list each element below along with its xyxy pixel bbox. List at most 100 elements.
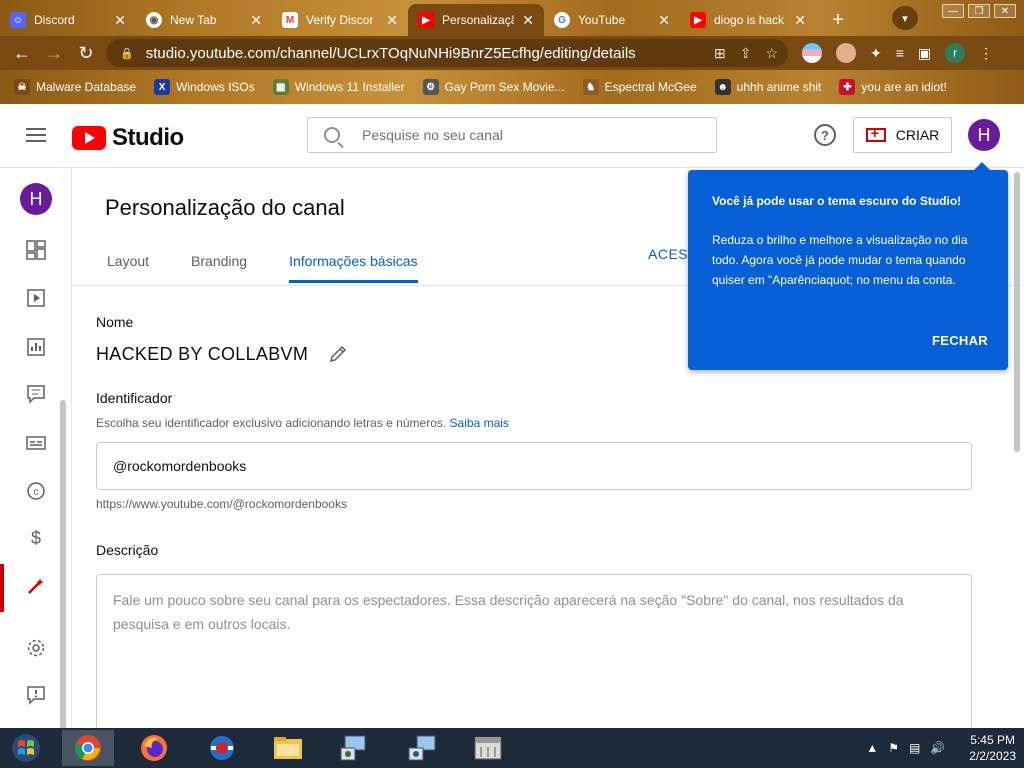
content-icon[interactable] bbox=[24, 286, 48, 310]
omnibox-actions: ⊞ ⇪ ☆ bbox=[714, 45, 778, 62]
store-taskbar-button[interactable] bbox=[462, 730, 514, 766]
new-tab-button[interactable]: + bbox=[824, 6, 852, 34]
maximize-button[interactable]: ❐ bbox=[968, 4, 990, 18]
browser-tab[interactable]: G YouTube ✕ bbox=[544, 4, 680, 36]
customization-icon[interactable] bbox=[24, 574, 48, 598]
close-tab-icon[interactable]: ✕ bbox=[386, 12, 398, 29]
bookmark-label: Windows 11 Installer bbox=[294, 80, 405, 94]
tray-expand-icon[interactable]: ▲ bbox=[866, 741, 878, 755]
monetization-icon[interactable]: $ bbox=[24, 526, 48, 550]
bookmark-item[interactable]: ⚙ Gay Porn Sex Movie... bbox=[422, 79, 565, 95]
browser-tab-active[interactable]: ▶ Personalizaçã ✕ bbox=[408, 4, 544, 36]
analytics-icon[interactable] bbox=[24, 335, 48, 359]
hamburger-menu-icon[interactable] bbox=[26, 128, 46, 142]
control-panel-taskbar-button[interactable] bbox=[328, 730, 380, 766]
account-avatar[interactable]: H bbox=[968, 119, 1000, 151]
firefox-taskbar-button[interactable] bbox=[128, 730, 180, 766]
browser-tab[interactable]: M Verify Discor ✕ bbox=[272, 4, 408, 36]
bookmark-item[interactable]: X Windows ISOs bbox=[154, 79, 255, 95]
tab-strip: ☺ Discord ✕ ◉ New Tab ✕ M Verify Discor … bbox=[0, 0, 1024, 36]
media-icon[interactable]: ≡ bbox=[896, 45, 904, 61]
bookmark-item[interactable]: ☻ uhhh anime shit bbox=[714, 79, 821, 95]
search-input[interactable] bbox=[362, 127, 682, 143]
start-button[interactable] bbox=[8, 732, 44, 764]
settings-gear-icon[interactable] bbox=[24, 636, 48, 660]
network-icon[interactable]: ▤ bbox=[909, 741, 920, 755]
browser-tab[interactable]: ☺ Discord ✕ bbox=[0, 4, 136, 36]
search-icon bbox=[324, 127, 340, 143]
create-button[interactable]: CRIAR bbox=[853, 117, 952, 153]
volume-icon[interactable]: 🔊 bbox=[930, 741, 945, 755]
sidebar-scrollbar[interactable] bbox=[60, 400, 66, 740]
forward-icon[interactable]: → bbox=[38, 43, 70, 64]
reload-icon[interactable]: ↻ bbox=[70, 43, 102, 64]
close-tab-icon[interactable]: ✕ bbox=[114, 12, 126, 29]
share-icon[interactable]: ⇪ bbox=[740, 45, 752, 62]
studio-logo[interactable]: Studio bbox=[72, 124, 184, 152]
extensions-area: ✦ ≡ ▣ r ⋮ bbox=[802, 43, 993, 63]
profile-avatar[interactable]: r bbox=[945, 43, 966, 63]
copyright-icon[interactable]: c bbox=[24, 479, 48, 503]
help-icon[interactable]: ? bbox=[814, 124, 836, 146]
handle-value: @rockomordenbooks bbox=[113, 458, 247, 474]
ie-taskbar-button[interactable] bbox=[196, 730, 248, 766]
page-title: Personalização do canal bbox=[105, 195, 345, 220]
side-panel-icon[interactable]: ▣ bbox=[918, 45, 931, 62]
tab-layout[interactable]: Layout bbox=[107, 253, 149, 283]
network-taskbar-button[interactable] bbox=[396, 730, 448, 766]
extension-icon[interactable] bbox=[802, 43, 822, 63]
close-tab-icon[interactable]: ✕ bbox=[658, 12, 670, 29]
description-field[interactable]: Fale um pouco sobre seu canal para os es… bbox=[96, 574, 972, 744]
subtitles-icon[interactable] bbox=[24, 431, 48, 455]
chrome-taskbar-button[interactable] bbox=[62, 730, 114, 766]
discord-icon: ☺ bbox=[10, 12, 26, 28]
browser-tab[interactable]: ▶ diogo is hack ✕ bbox=[680, 4, 816, 36]
address-bar[interactable]: 🔒 studio.youtube.com/channel/UCLrxTOqNuN… bbox=[106, 39, 788, 67]
tab-search-button[interactable]: ▾ bbox=[892, 6, 918, 30]
close-tab-icon[interactable]: ✕ bbox=[522, 12, 534, 29]
flag-icon[interactable]: ⚑ bbox=[888, 741, 899, 755]
svg-text:c: c bbox=[34, 487, 39, 498]
dark-theme-tooltip: Você já pode usar o tema escuro do Studi… bbox=[688, 162, 1008, 370]
tab-title: Personalizaçã bbox=[442, 13, 515, 27]
translate-icon[interactable]: ⊞ bbox=[714, 45, 726, 62]
bookmark-item[interactable]: ♞ Espectral McGee bbox=[582, 79, 697, 95]
feedback-icon[interactable] bbox=[24, 683, 48, 707]
close-tab-icon[interactable]: ✕ bbox=[250, 12, 262, 29]
clock-date: 2/2/2023 bbox=[969, 749, 1016, 763]
learn-more-link[interactable]: Saiba mais bbox=[450, 416, 509, 430]
back-icon[interactable]: ← bbox=[6, 43, 38, 64]
clock[interactable]: 5:45 PM 2/2/2023 bbox=[969, 732, 1016, 764]
dashboard-icon[interactable] bbox=[24, 238, 48, 262]
channel-avatar[interactable]: H bbox=[20, 183, 52, 215]
logo-text: Studio bbox=[112, 124, 184, 151]
bookmark-icon: ♞ bbox=[582, 79, 599, 95]
tab-branding[interactable]: Branding bbox=[191, 253, 247, 283]
bookmark-item[interactable]: ☠ Malware Database bbox=[14, 79, 136, 95]
edit-pencil-icon[interactable] bbox=[328, 344, 348, 364]
channel-search[interactable] bbox=[307, 117, 717, 153]
bookmark-label: Gay Porn Sex Movie... bbox=[444, 80, 565, 94]
channel-name: HACKED BY COLLABVM bbox=[96, 344, 309, 364]
menu-icon[interactable]: ⋮ bbox=[979, 45, 993, 62]
minimize-button[interactable]: — bbox=[942, 4, 964, 18]
puzzle-icon[interactable]: ✦ bbox=[870, 45, 882, 62]
bookmark-item[interactable]: ▦ Windows 11 Installer bbox=[272, 79, 405, 95]
comments-icon[interactable] bbox=[24, 382, 48, 406]
google-icon: G bbox=[554, 12, 570, 28]
tab-title: Verify Discor bbox=[306, 13, 374, 27]
tab-basic-info[interactable]: Informações básicas bbox=[289, 253, 418, 283]
file-explorer-taskbar-button[interactable] bbox=[262, 730, 314, 766]
browser-tab[interactable]: ◉ New Tab ✕ bbox=[136, 4, 272, 36]
main-scrollbar[interactable] bbox=[1014, 172, 1020, 452]
bookmark-star-icon[interactable]: ☆ bbox=[765, 45, 778, 62]
create-label: CRIAR bbox=[895, 127, 940, 143]
close-window-button[interactable]: ✕ bbox=[994, 4, 1016, 18]
handle-field[interactable]: @rockomordenbooks bbox=[96, 442, 972, 490]
tooltip-close-button[interactable]: FECHAR bbox=[932, 333, 988, 348]
close-tab-icon[interactable]: ✕ bbox=[794, 12, 806, 29]
clock-time: 5:45 PM bbox=[970, 733, 1015, 747]
tab-title: Discord bbox=[34, 13, 75, 27]
bookmark-item[interactable]: ✚ you are an idiot! bbox=[839, 79, 947, 95]
extension-icon[interactable] bbox=[836, 43, 856, 63]
